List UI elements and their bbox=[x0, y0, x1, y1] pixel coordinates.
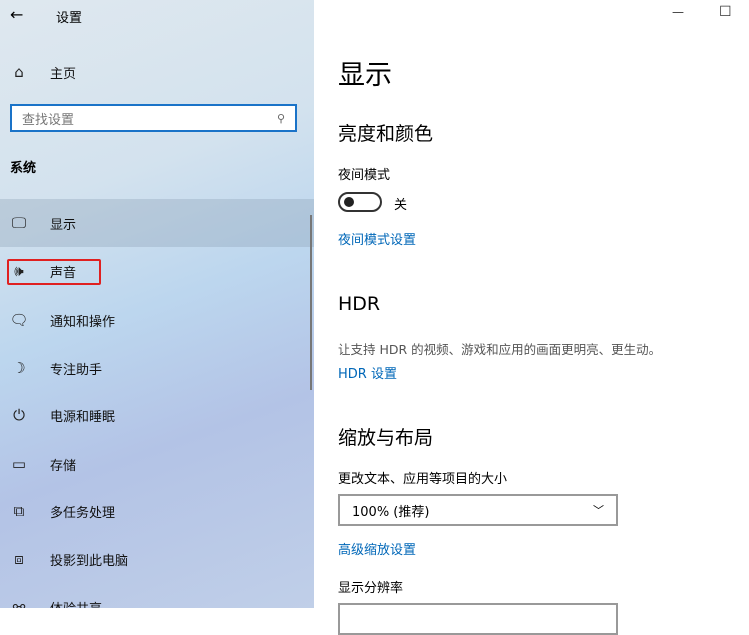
scale-heading: 缩放与布局 bbox=[338, 427, 434, 449]
nav-label: 体验共享 bbox=[50, 598, 102, 609]
back-icon[interactable]: ← bbox=[10, 5, 23, 24]
sidebar-item-power[interactable]: ⏻ 电源和睡眠 bbox=[0, 391, 314, 439]
window-title: 设置 bbox=[56, 11, 83, 26]
nav-label: 专注助手 bbox=[50, 362, 103, 378]
search-input[interactable]: 查找设置 ⚲ bbox=[10, 104, 297, 132]
chevron-down-icon: ﹀ bbox=[593, 504, 604, 517]
toggle-knob bbox=[344, 197, 354, 207]
sidebar-item-home[interactable]: ⌂ 主页 bbox=[0, 48, 314, 96]
sidebar-item-multitask[interactable]: ⧉ 多任务处理 bbox=[0, 487, 314, 535]
sidebar-item-project[interactable]: ⧈ 投影到此电脑 bbox=[0, 535, 314, 583]
sidebar-item-notifications[interactable]: 🗨 通知和操作 bbox=[0, 296, 314, 344]
scale-dropdown[interactable]: 100% (推荐) ﹀ bbox=[338, 494, 618, 526]
maximize-button[interactable]: ☐ bbox=[719, 4, 732, 20]
message-icon: 🗨 bbox=[9, 311, 29, 329]
highlight-box bbox=[7, 259, 101, 285]
nav-label: 投影到此电脑 bbox=[50, 553, 129, 569]
advanced-scaling-link[interactable]: 高级缩放设置 bbox=[338, 539, 416, 558]
moon-icon: ☽ bbox=[12, 359, 26, 377]
nav-label: 多任务处理 bbox=[50, 505, 116, 521]
share-icon: ⚯ bbox=[12, 598, 26, 608]
toggle-state: 关 bbox=[394, 198, 408, 213]
sidebar-item-share[interactable]: ⚯ 体验共享 bbox=[0, 583, 314, 608]
hdr-settings-link[interactable]: HDR 设置 bbox=[338, 363, 397, 382]
section-heading: 系统 bbox=[10, 161, 37, 176]
nav-label: 存储 bbox=[50, 458, 77, 474]
scale-value: 100% (推荐) bbox=[352, 504, 430, 520]
night-mode-settings-link[interactable]: 夜间模式设置 bbox=[338, 229, 416, 248]
nav-label: 电源和睡眠 bbox=[50, 409, 116, 425]
monitor-icon: 🖵 bbox=[11, 214, 27, 232]
search-placeholder: 查找设置 bbox=[22, 112, 75, 128]
multitask-icon: ⧉ bbox=[13, 502, 25, 520]
resolution-label: 显示分辨率 bbox=[338, 581, 404, 596]
search-icon: ⚲ bbox=[276, 111, 285, 125]
home-label: 主页 bbox=[50, 66, 77, 82]
sidebar-item-display[interactable]: 🖵 显示 bbox=[0, 199, 314, 247]
sidebar: ← 设置 ⌂ 主页 查找设置 ⚲ 系统 🖵 显示 🕪 声音 🗨 通知和操作 ☽ 专注助手 ⏻… bbox=[0, 0, 314, 608]
sidebar-item-storage[interactable]: ▭ 存储 bbox=[0, 440, 314, 488]
hdr-heading: HDR bbox=[338, 293, 381, 315]
power-icon: ⏻ bbox=[13, 406, 25, 424]
nav-label: 显示 bbox=[50, 217, 77, 233]
night-mode-toggle[interactable] bbox=[338, 192, 382, 212]
hdr-description: 让支持 HDR 的视频、游戏和应用的画面更明亮、更生动。 bbox=[338, 342, 662, 357]
sidebar-item-focus[interactable]: ☽ 专注助手 bbox=[0, 344, 314, 392]
page-title: 显示 bbox=[338, 60, 392, 91]
minimize-button[interactable]: — bbox=[672, 5, 684, 19]
night-mode-label: 夜间模式 bbox=[338, 168, 391, 183]
nav-label: 通知和操作 bbox=[50, 314, 116, 330]
scrollbar[interactable] bbox=[310, 215, 312, 390]
project-icon: ⧈ bbox=[14, 550, 24, 568]
home-icon: ⌂ bbox=[14, 63, 24, 81]
brightness-heading: 亮度和颜色 bbox=[338, 123, 434, 145]
storage-icon: ▭ bbox=[11, 455, 27, 473]
size-label: 更改文本、应用等项目的大小 bbox=[338, 472, 508, 487]
